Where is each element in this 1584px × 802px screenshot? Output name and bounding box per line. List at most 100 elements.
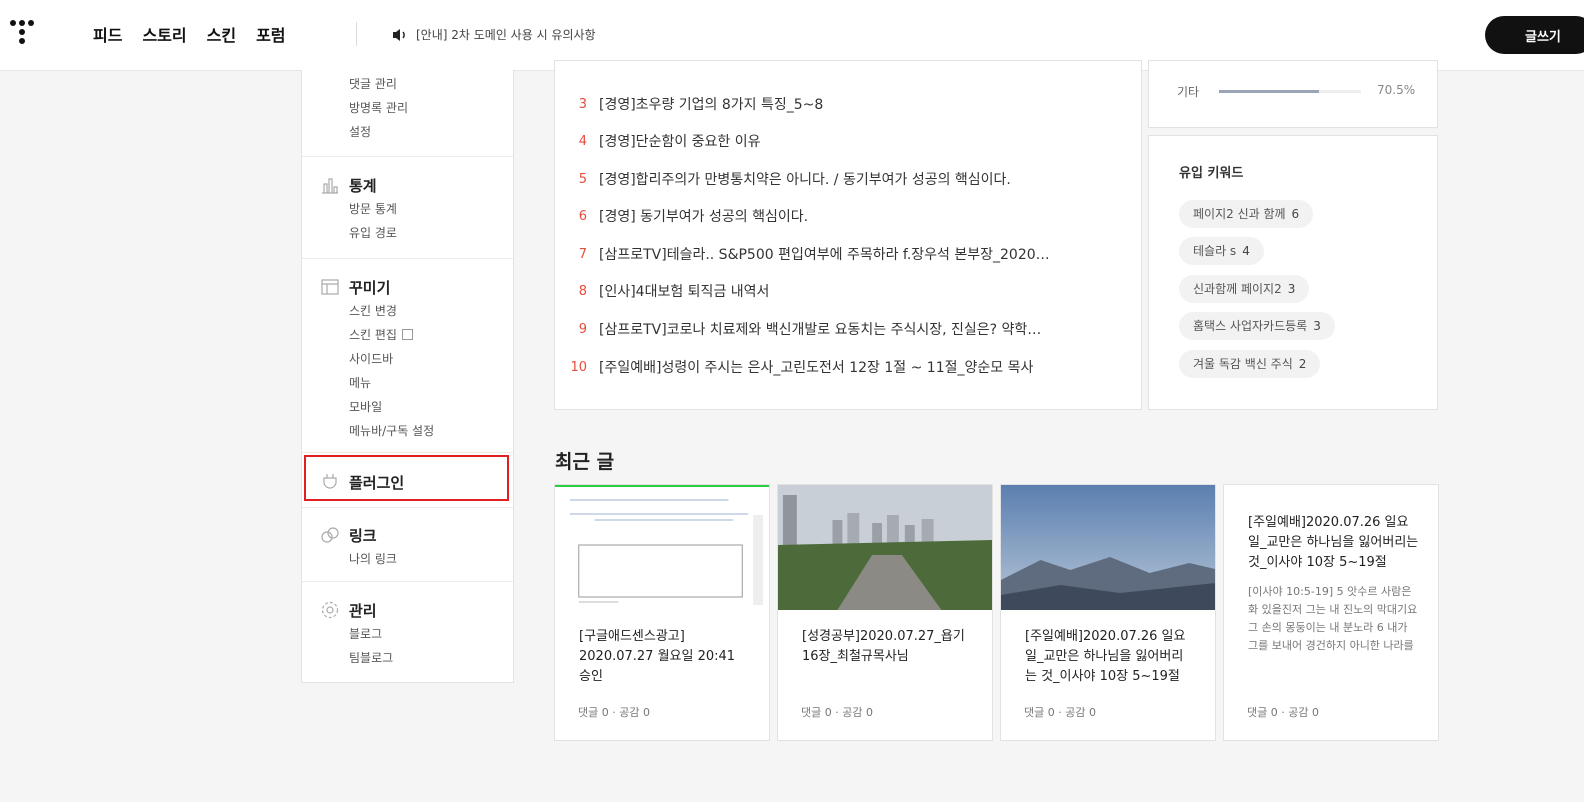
sidebar-item-visit-stats[interactable]: 방문 통계 <box>302 197 513 221</box>
tistory-logo[interactable] <box>10 20 36 50</box>
post-title: [인사]4대보험 퇴직금 내역서 <box>599 284 770 300</box>
sidebar-item-menubar[interactable]: 메뉴바/구독 설정 <box>302 419 513 443</box>
nav-divider <box>356 22 357 46</box>
ratio-label: 기타 <box>1177 85 1200 99</box>
admin-sidebar: 댓글 관리 방명록 관리 설정 통계 방문 통계 유입 경로 꾸미기 스킨 변경… <box>301 70 514 683</box>
keyword-text: 테슬라 s <box>1193 244 1237 258</box>
card-title: [주일예배]2020.07.26 일요일_교만은 하나님을 잃어버리는 것_이사… <box>1248 515 1419 570</box>
keyword-chip[interactable]: 페이지2 신과 함께 6 <box>1179 200 1314 228</box>
post-title: [경영]초우량 기업의 8가지 특징_5~8 <box>599 97 824 113</box>
post-title: [삼프로TV]코로나 치료제와 백신개발로 요동치는 주식시장, 진실은? 약학… <box>599 322 1042 338</box>
post-card[interactable]: [구글애드센스광고] 2020.07.27 월요일 20:41 승인 댓글 0 … <box>554 484 770 741</box>
sidebar-section-design: 꾸미기 스킨 변경 스킨 편집 사이드바 메뉴 모바일 메뉴바/구독 설정 <box>302 259 513 453</box>
external-link-icon <box>401 329 413 340</box>
post-thumbnail <box>1001 485 1215 610</box>
keyword-chip[interactable]: 테슬라 s 4 <box>1179 237 1264 265</box>
notice-text: [안내] 2차 도메인 사용 시 유의사항 <box>416 28 596 42</box>
post-card[interactable]: [주일예배]2020.07.26 일요일_교만은 하나님을 잃어버리는 것_이사… <box>1223 484 1439 741</box>
sidebar-item-mobile[interactable]: 모바일 <box>302 395 513 419</box>
highlight-box <box>304 455 509 501</box>
sidebar-item-skin-edit[interactable]: 스킨 편집 <box>302 323 513 347</box>
nav-forum[interactable]: 포럼 <box>256 22 285 46</box>
sidebar-item-skin-change[interactable]: 스킨 변경 <box>302 299 513 323</box>
referrer-ratio-panel: 기타 70.5% <box>1148 60 1438 128</box>
card-excerpt: [이사야 10:5-19] 5 앗수르 사람은 화 있을진저 그는 내 진노의 … <box>1248 585 1418 652</box>
bar-chart-icon <box>322 178 338 194</box>
main-nav: 피드 스토리 스킨 포럼 <box>93 22 306 46</box>
post-title: [경영] 동기부여가 성공의 핵심이다. <box>599 209 809 225</box>
sidebar-item-blog[interactable]: 블로그 <box>302 622 513 646</box>
nav-skin[interactable]: 스킨 <box>207 22 236 46</box>
speaker-icon <box>393 28 405 41</box>
list-item[interactable]: 4 [경영]단순함이 중요한 이유 <box>555 131 761 151</box>
sidebar-section-manage: 관리 블로그 팀블로그 <box>302 582 513 682</box>
sidebar-head-manage[interactable]: 관리 <box>302 596 513 622</box>
card-meta: 댓글 0 · 공감 0 <box>1024 706 1096 719</box>
keyword-count: 6 <box>1291 207 1300 221</box>
sidebar-head-link[interactable]: 링크 <box>302 521 513 547</box>
gear-icon <box>321 601 339 619</box>
list-item[interactable]: 9 [삼프로TV]코로나 치료제와 백신개발로 요동치는 주식시장, 진실은? 약… <box>555 319 1042 339</box>
card-title: [성경공부]2020.07.27_욥기 16장_최철규목사님 <box>802 629 965 664</box>
card-meta: 댓글 0 · 공감 0 <box>1247 706 1319 719</box>
sidebar-section-stats: 통계 방문 통계 유입 경로 <box>302 157 513 259</box>
keyword-text: 홈택스 사업자카드등록 <box>1193 319 1308 333</box>
sidebar-head-design[interactable]: 꾸미기 <box>302 273 513 299</box>
write-button[interactable]: 글쓰기 <box>1485 16 1584 54</box>
keyword-count: 4 <box>1242 244 1250 258</box>
post-card[interactable]: [주일예배]2020.07.26 일요일_교만은 하나님을 잃어버리는 것_이사… <box>1000 484 1216 741</box>
keywords-panel: 유입 키워드 페이지2 신과 함께 6 테슬라 s 4 신과함께 페이지2 3 홈택스… <box>1148 135 1438 410</box>
ratio-bar-fill <box>1219 90 1320 93</box>
list-item[interactable]: 8 [인사]4대보험 퇴직금 내역서 <box>555 281 770 301</box>
keyword-chip[interactable]: 홈택스 사업자카드등록 3 <box>1179 312 1335 340</box>
sidebar-item-guestbook[interactable]: 방명록 관리 <box>302 96 513 120</box>
sidebar-item-referrer[interactable]: 유입 경로 <box>302 221 513 245</box>
nav-story[interactable]: 스토리 <box>142 22 186 46</box>
rank-number: 3 <box>578 96 587 112</box>
keyword-chip[interactable]: 신과함께 페이지2 3 <box>1179 275 1310 303</box>
recent-posts-title: 최근 글 <box>555 451 615 473</box>
list-item[interactable]: 6 [경영] 동기부여가 성공의 핵심이다. <box>555 206 808 226</box>
rank-number: 10 <box>570 359 587 375</box>
keyword-text: 겨울 독감 백신 주식 <box>1193 357 1293 371</box>
sidebar-item-comments[interactable]: 댓글 관리 <box>302 72 513 96</box>
sidebar-item-my-link[interactable]: 나의 링크 <box>302 547 513 571</box>
sidebar-head-label: 관리 <box>349 602 377 620</box>
sidebar-item-sidebar[interactable]: 사이드바 <box>302 347 513 371</box>
keyword-chip[interactable]: 겨울 독감 백신 주식 2 <box>1179 350 1321 378</box>
list-item[interactable]: 5 [경영]합리주의가 만병통치약은 아니다. / 동기부여가 성공의 핵심이다. <box>555 169 1011 189</box>
post-thumbnail <box>555 485 769 610</box>
post-card[interactable]: [성경공부]2020.07.27_욥기 16장_최철규목사님 댓글 0 · 공감… <box>777 484 993 741</box>
sidebar-head-stats[interactable]: 통계 <box>302 171 513 197</box>
sidebar-item-menu[interactable]: 메뉴 <box>302 371 513 395</box>
keywords-title: 유입 키워드 <box>1179 166 1244 181</box>
post-title: [경영]합리주의가 만병통치약은 아니다. / 동기부여가 성공의 핵심이다. <box>599 172 1011 188</box>
sidebar-section-link: 링크 나의 링크 <box>302 508 513 582</box>
rank-number: 9 <box>578 321 587 337</box>
keyword-count: 2 <box>1298 357 1307 371</box>
card-title: [주일예배]2020.07.26 일요일_교만은 하나님을 잃어버리는 것_이사… <box>1025 629 1186 684</box>
popular-posts-panel: 3 [경영]초우량 기업의 8가지 특징_5~8 4 [경영]단순함이 중요한 이유… <box>554 60 1142 410</box>
card-title: [구글애드센스광고] 2020.07.27 월요일 20:41 승인 <box>579 629 736 684</box>
list-item[interactable]: 10 [주일예배]성령이 주시는 은사_고린도전서 12장 1절 ~ 11절_양순… <box>555 357 1033 377</box>
ratio-value: 70.5% <box>1377 83 1416 97</box>
notice-link[interactable]: [안내] 2차 도메인 사용 시 유의사항 <box>392 26 596 43</box>
rank-number: 6 <box>578 208 587 224</box>
sidebar-item-settings[interactable]: 설정 <box>302 120 513 144</box>
sidebar-section-content: 댓글 관리 방명록 관리 설정 <box>302 70 513 157</box>
rank-number: 7 <box>578 246 587 262</box>
post-title: [경영]단순함이 중요한 이유 <box>599 134 761 150</box>
nav-feed[interactable]: 피드 <box>93 22 122 46</box>
sidebar-item-team-blog[interactable]: 팀블로그 <box>302 646 513 670</box>
rank-number: 8 <box>578 283 587 299</box>
post-title: [주일예배]성령이 주시는 은사_고린도전서 12장 1절 ~ 11절_양순모 … <box>599 360 1034 376</box>
keyword-count: 3 <box>1287 282 1296 296</box>
list-item[interactable]: 3 [경영]초우량 기업의 8가지 특징_5~8 <box>555 94 824 114</box>
list-item[interactable]: 7 [삼프로TV]테슬라.. S&P500 편입여부에 주목하라 f.장우석 본부… <box>555 244 1050 264</box>
card-meta: 댓글 0 · 공감 0 <box>578 706 650 719</box>
keyword-text: 신과함께 페이지2 <box>1193 282 1282 296</box>
keyword-text: 페이지2 신과 함께 <box>1193 207 1286 221</box>
sidebar-head-label: 꾸미기 <box>349 279 391 297</box>
sidebar-head-label: 링크 <box>349 527 377 545</box>
keyword-count: 3 <box>1313 319 1321 333</box>
